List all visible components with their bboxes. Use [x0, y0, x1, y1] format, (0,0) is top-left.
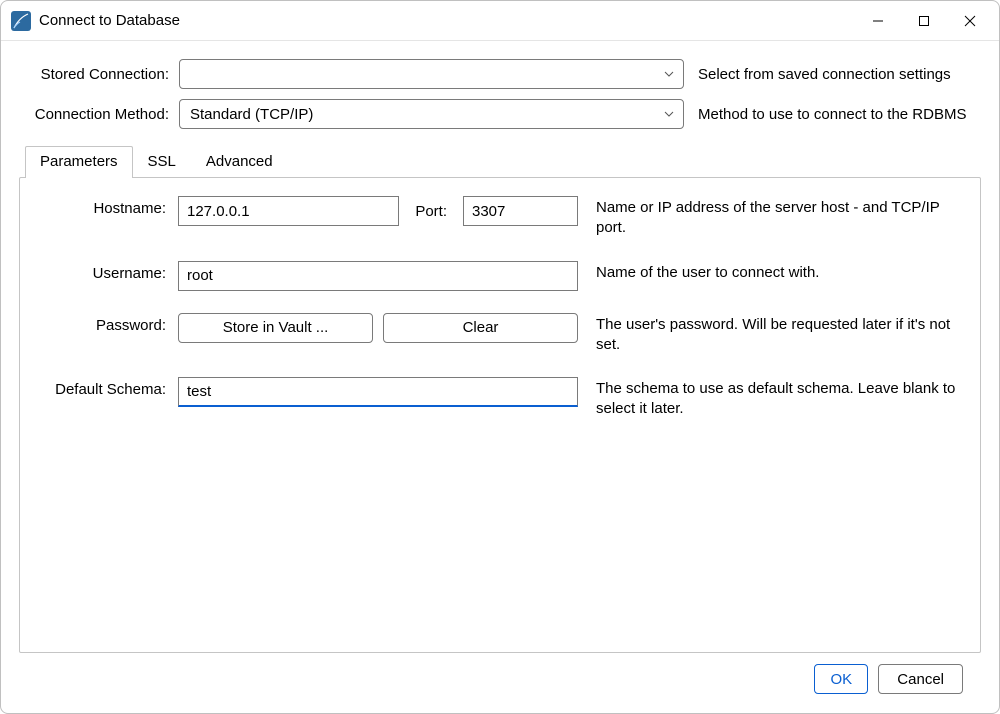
titlebar: Connect to Database [1, 1, 999, 41]
password-label: Password: [38, 313, 178, 334]
ok-button[interactable]: OK [814, 664, 868, 694]
chevron-down-icon [663, 68, 675, 80]
port-label: Port: [415, 203, 447, 220]
hostname-label: Hostname: [38, 196, 178, 217]
password-desc: The user's password. Will be requested l… [578, 313, 962, 356]
app-icon [11, 11, 31, 31]
window-title: Connect to Database [39, 12, 180, 29]
hostname-input[interactable] [178, 196, 399, 226]
tab-panel-parameters: Hostname: Port: Name or IP address of th… [19, 177, 981, 653]
username-desc: Name of the user to connect with. [578, 261, 962, 283]
username-label: Username: [38, 261, 178, 282]
cancel-button[interactable]: Cancel [878, 664, 963, 694]
tab-advanced[interactable]: Advanced [191, 146, 288, 178]
connection-method-value: Standard (TCP/IP) [190, 106, 313, 123]
tabs: Parameters SSL Advanced [19, 146, 981, 178]
default-schema-input[interactable] [178, 377, 578, 407]
connection-method-select[interactable]: Standard (TCP/IP) [179, 99, 684, 129]
tab-parameters[interactable]: Parameters [25, 146, 133, 178]
port-input[interactable] [463, 196, 578, 226]
close-button[interactable] [947, 5, 993, 37]
stored-connection-select[interactable] [179, 59, 684, 89]
username-input[interactable] [178, 261, 578, 291]
maximize-button[interactable] [901, 5, 947, 37]
dialog-footer: OK Cancel [19, 653, 981, 705]
stored-connection-desc: Select from saved connection settings [694, 66, 981, 83]
minimize-button[interactable] [855, 5, 901, 37]
default-schema-desc: The schema to use as default schema. Lea… [578, 377, 962, 420]
connection-method-desc: Method to use to connect to the RDBMS [694, 106, 981, 123]
stored-connection-label: Stored Connection: [19, 66, 169, 83]
tab-ssl[interactable]: SSL [133, 146, 191, 178]
store-in-vault-button[interactable]: Store in Vault ... [178, 313, 373, 343]
chevron-down-icon [663, 108, 675, 120]
hostname-desc: Name or IP address of the server host - … [578, 196, 962, 239]
clear-password-button[interactable]: Clear [383, 313, 578, 343]
connect-to-database-dialog: Connect to Database Stored Connection: S… [0, 0, 1000, 714]
default-schema-label: Default Schema: [38, 377, 178, 398]
connection-method-label: Connection Method: [19, 106, 169, 123]
